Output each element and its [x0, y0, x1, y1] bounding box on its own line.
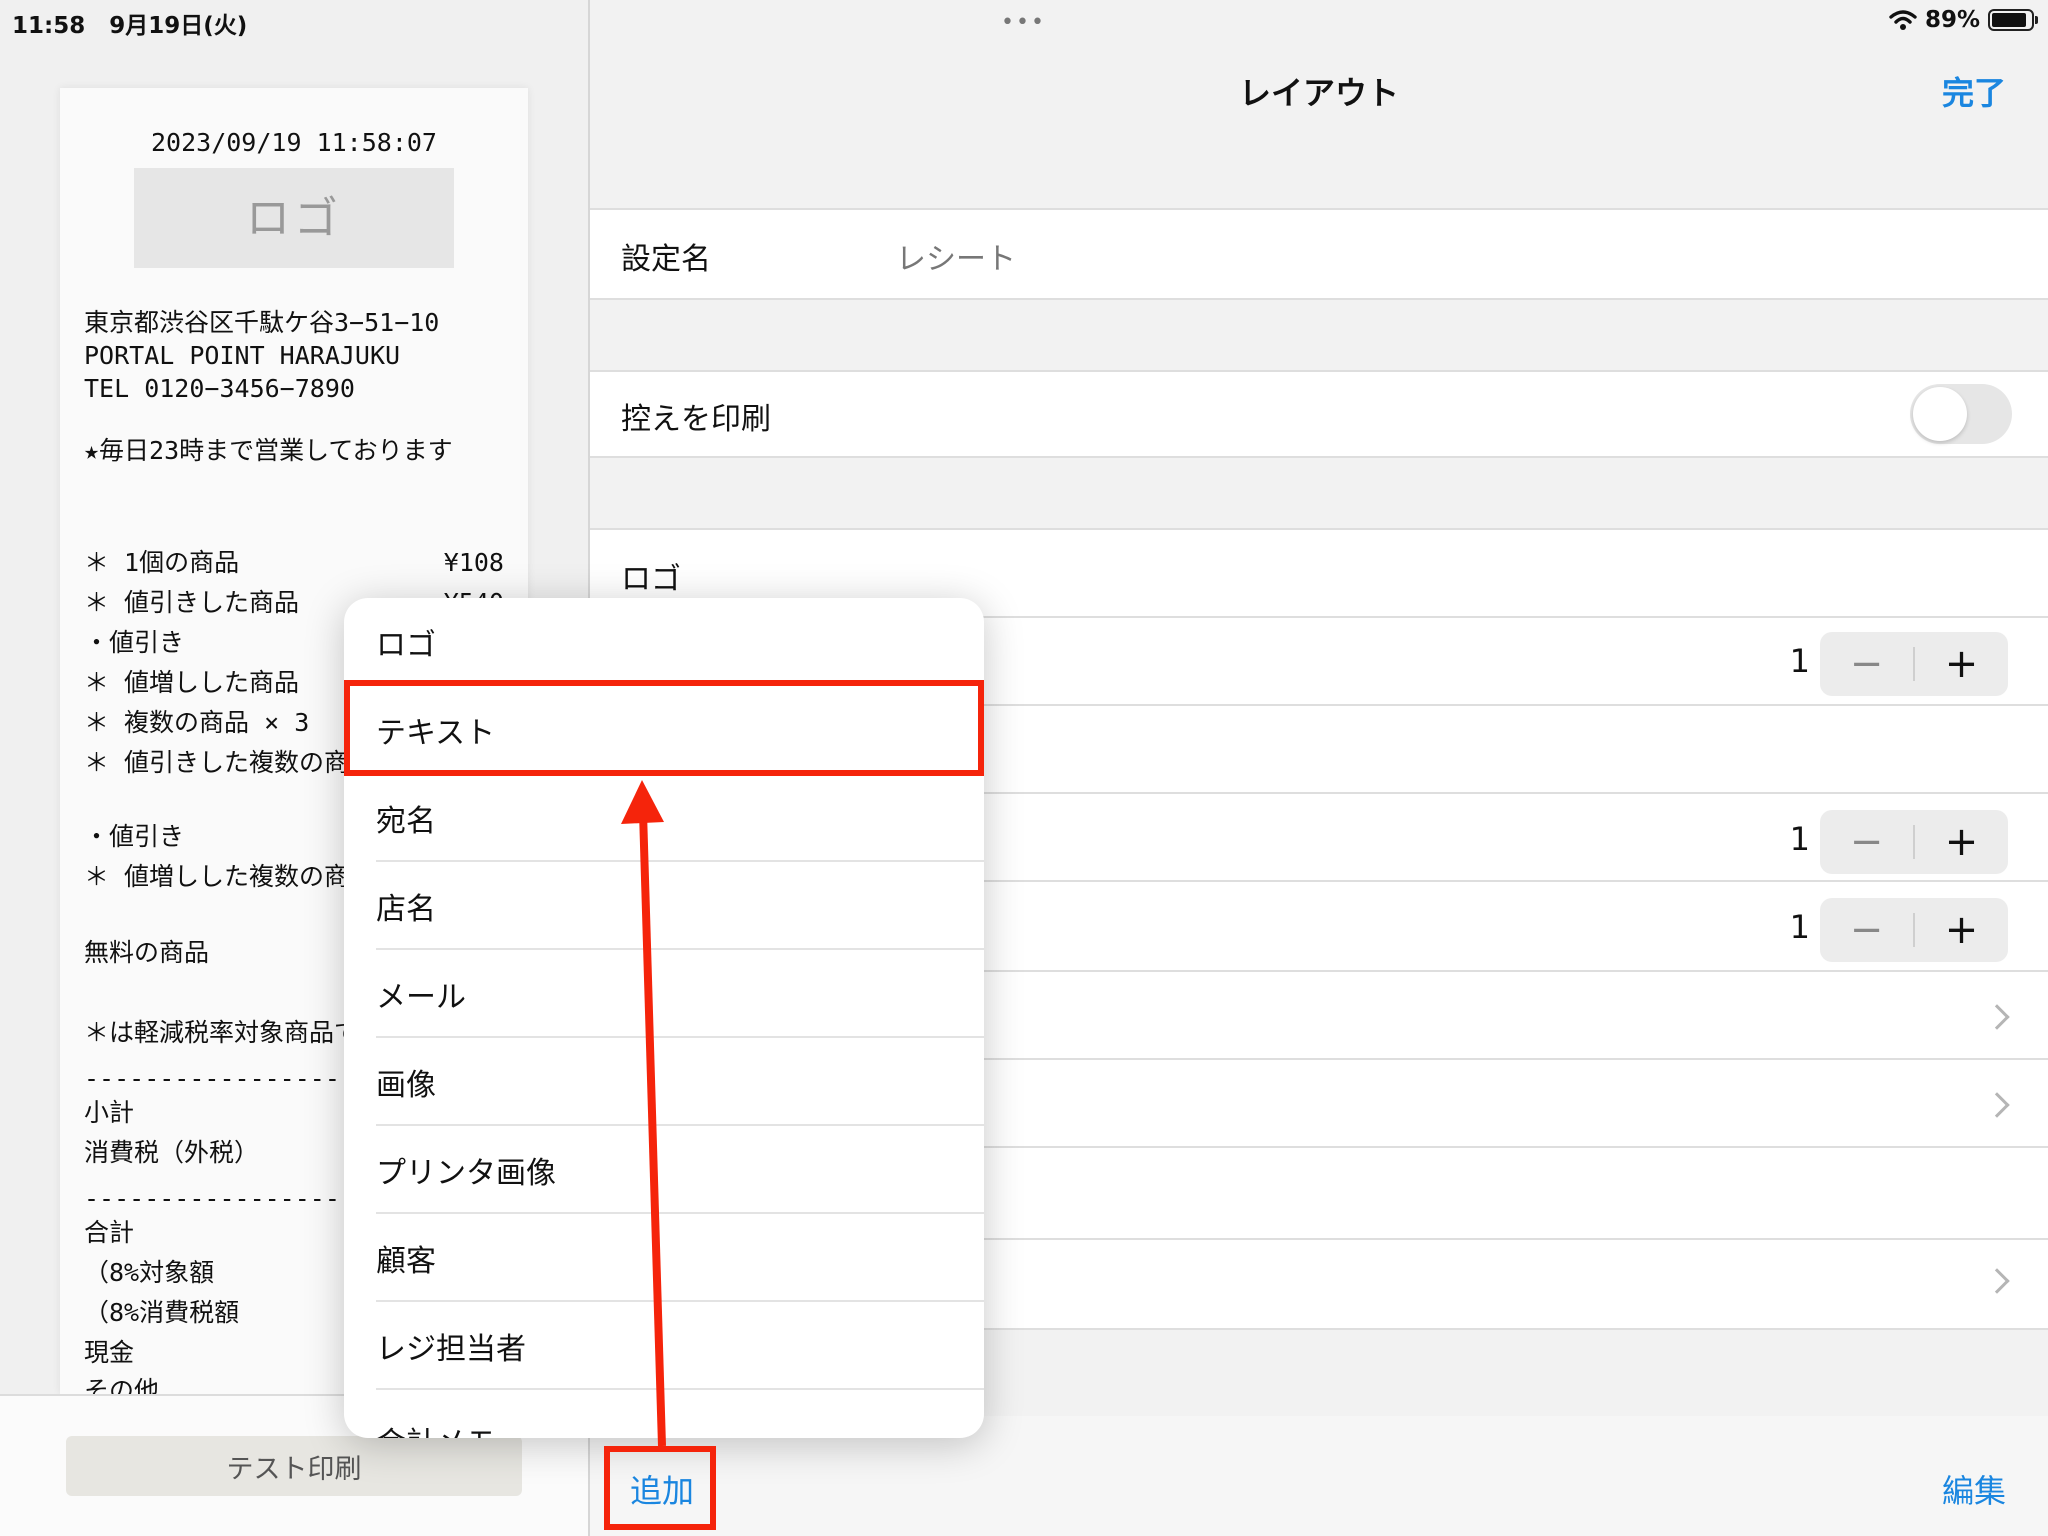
battery-level [1992, 13, 2026, 27]
receipt-line: ＊ 複数の商品 × 3 [84, 708, 310, 737]
setting-name-row[interactable]: 設定名 レシート [590, 210, 2048, 298]
popover-item-logo[interactable]: ロゴ [376, 598, 984, 686]
receipt-logo-placeholder: ロゴ [134, 168, 454, 268]
separator [590, 298, 2048, 300]
receipt-line: 現金 [84, 1338, 135, 1367]
chevron-right-icon[interactable] [1984, 1004, 2010, 1030]
receipt-line: ・値引き [84, 822, 185, 851]
plus-icon[interactable]: + [1915, 819, 2008, 865]
multitasking-dots[interactable]: ••• [1001, 10, 1046, 35]
quantity-stepper[interactable]: − + [1820, 632, 2008, 696]
quantity-value: 1 [1789, 908, 1810, 946]
layout-item-label: ロゴ [621, 562, 681, 597]
status-date: 9月19日(火) [109, 13, 248, 39]
receipt-line: 合計 [84, 1218, 135, 1247]
chevron-right-icon[interactable] [1984, 1092, 2010, 1118]
toggle-knob [1913, 387, 1967, 441]
receipt-line: ＊ 値増しした複数の商 [84, 862, 350, 891]
receipt-line: ＊ 1個の商品 [84, 548, 240, 577]
quantity-stepper[interactable]: − + [1820, 898, 2008, 962]
receipt-line: ＊ 値増しした商品 [84, 668, 300, 697]
receipt-date: 2023/09/19 11:58:07 [151, 128, 437, 157]
popover-item-memo[interactable]: 会計メモ [376, 1396, 984, 1438]
minus-icon[interactable]: − [1820, 907, 1913, 953]
receipt-line: （8%消費税額 [84, 1298, 240, 1327]
receipt-line: ＊ 値引きした商品 [84, 588, 300, 617]
receipt-line: 消費税（外税） [84, 1138, 260, 1167]
chevron-right-icon[interactable] [1984, 1268, 2010, 1294]
wifi-icon [1889, 10, 1917, 30]
separator [590, 456, 2048, 458]
quantity-value: 1 [1789, 820, 1810, 858]
print-copy-label: 控えを印刷 [621, 402, 771, 437]
status-time-date: 11:58 9月19日(火) [12, 6, 247, 40]
test-print-button[interactable]: テスト印刷 [66, 1436, 522, 1496]
done-button[interactable]: 完了 [1942, 68, 2006, 114]
receipt-line: ・値引き [84, 628, 185, 657]
minus-icon[interactable]: − [1820, 641, 1913, 687]
receipt-line: ★毎日23時まで営業しております [84, 436, 453, 465]
highlight-box-text [344, 680, 984, 776]
popover-item-addressee[interactable]: 宛名 [376, 774, 984, 862]
highlight-box-add [604, 1446, 716, 1530]
battery-icon [1988, 9, 2038, 31]
receipt-line: 東京都渋谷区千駄ケ谷3−51−10 [84, 308, 440, 337]
nav-title: レイアウト [1238, 74, 1399, 112]
print-copy-toggle[interactable] [1910, 384, 2012, 444]
receipt-line: PORTAL POINT HARAJUKU [84, 341, 401, 370]
popover-item-mail[interactable]: メール [376, 950, 984, 1038]
receipt-price: ¥108 [443, 548, 504, 577]
popover-item-store-name[interactable]: 店名 [376, 862, 984, 950]
popover-item-customer[interactable]: 顧客 [376, 1214, 984, 1302]
battery-percent: 89% [1924, 7, 1980, 33]
quantity-value: 1 [1789, 642, 1810, 680]
popover-item-image[interactable]: 画像 [376, 1038, 984, 1126]
receipt-line: ＊は軽減税率対象商品で [84, 1018, 360, 1047]
status-time: 11:58 [12, 13, 86, 39]
plus-icon[interactable]: + [1915, 907, 2008, 953]
receipt-line: その他 [84, 1376, 160, 1394]
popover-item-cashier[interactable]: レジ担当者 [376, 1302, 984, 1390]
minus-icon[interactable]: − [1820, 819, 1913, 865]
edit-button[interactable]: 編集 [1942, 1466, 2006, 1512]
separator [376, 1388, 984, 1390]
plus-icon[interactable]: + [1915, 641, 2008, 687]
receipt-line: ＊ 値引きした複数の商 [84, 748, 350, 777]
setting-name-label: 設定名 [621, 242, 711, 277]
receipt-line: （8%対象額 [84, 1258, 215, 1287]
setting-name-value[interactable]: レシート [896, 234, 1016, 278]
receipt-line: TEL 0120−3456−7890 [84, 374, 355, 403]
print-copy-row: 控えを印刷 [590, 372, 2048, 456]
receipt-line: 小計 [84, 1098, 135, 1127]
quantity-stepper[interactable]: − + [1820, 810, 2008, 874]
popover-item-printer-image[interactable]: プリンタ画像 [376, 1126, 984, 1214]
status-right: 89% [1889, 6, 2038, 34]
receipt-line: 無料の商品 [84, 938, 210, 967]
